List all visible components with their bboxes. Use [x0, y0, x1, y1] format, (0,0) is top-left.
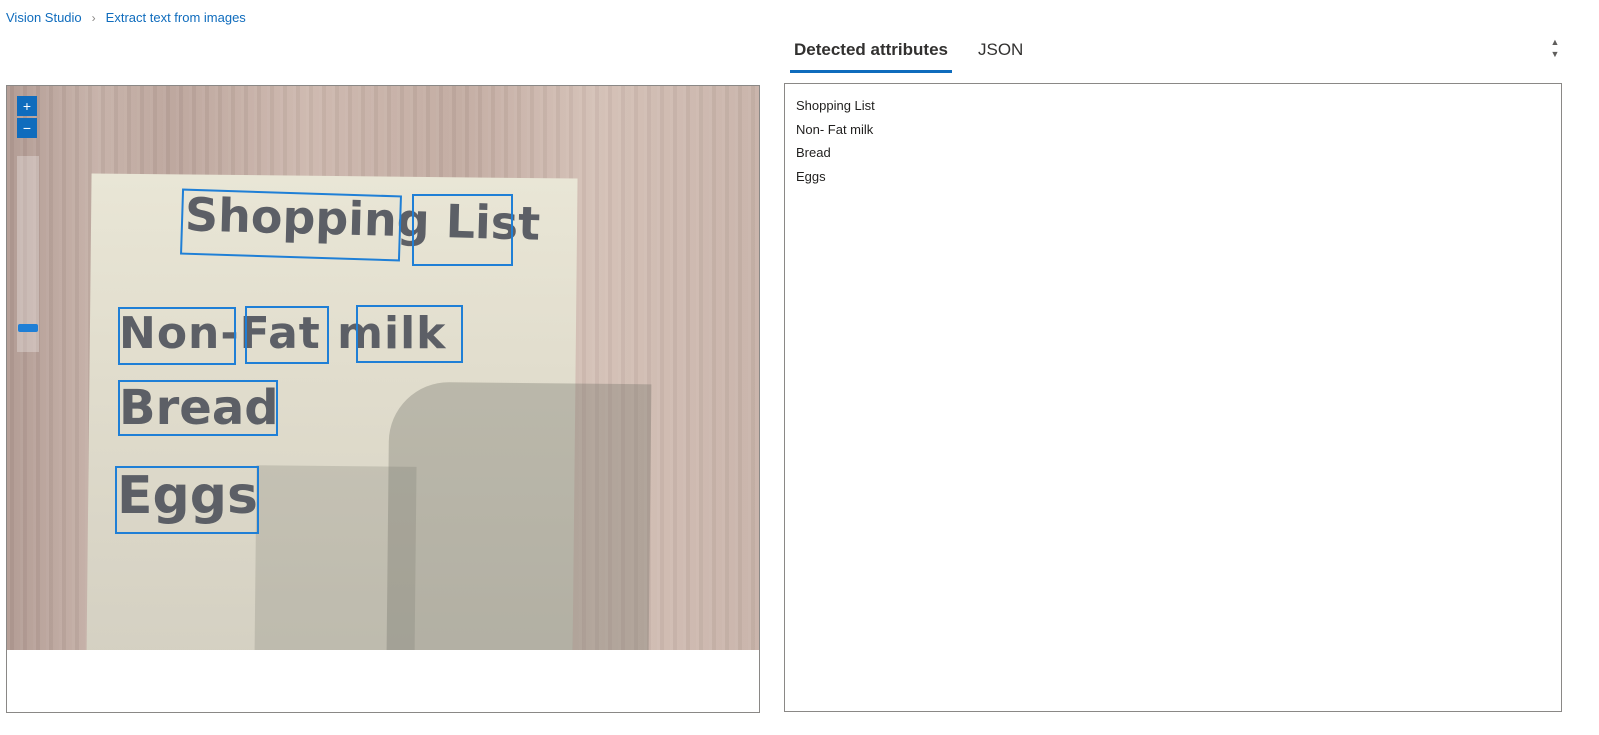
- tab-json[interactable]: JSON: [974, 36, 1027, 73]
- word-bbox-list[interactable]: [412, 194, 513, 266]
- result-line: Shopping List: [796, 98, 875, 113]
- detected-attributes-panel: Shopping List Non- Fat milk Bread Eggs: [784, 83, 1562, 712]
- word-bbox-shopping[interactable]: [180, 188, 402, 262]
- zoom-slider[interactable]: [17, 156, 39, 352]
- word-bbox-milk[interactable]: [356, 305, 463, 363]
- scroll-up-icon[interactable]: ▲: [1548, 36, 1562, 48]
- result-line: Non- Fat milk: [796, 121, 874, 137]
- zoom-out-button[interactable]: −: [17, 118, 37, 138]
- word-bbox-bread[interactable]: [118, 380, 278, 436]
- chevron-right-icon: ›: [91, 10, 96, 25]
- word-bbox-eggs[interactable]: [115, 466, 259, 534]
- uploaded-image: Shopping List Non-Fat milk Bread Eggs + …: [7, 86, 759, 650]
- scroll-down-icon[interactable]: ▼: [1548, 48, 1562, 60]
- breadcrumb-vision-studio[interactable]: Vision Studio: [6, 10, 82, 25]
- word-bbox-non[interactable]: [118, 307, 236, 365]
- result-line: Bread: [796, 145, 831, 160]
- tabs-scroll-control[interactable]: ▲ ▼: [1548, 36, 1562, 60]
- image-viewer[interactable]: Shopping List Non-Fat milk Bread Eggs + …: [6, 85, 760, 713]
- result-tabs: Detected attributes JSON: [790, 36, 1049, 73]
- tab-detected-attributes[interactable]: Detected attributes: [790, 36, 952, 73]
- result-line: Eggs: [796, 168, 826, 184]
- breadcrumb: Vision Studio › Extract text from images: [6, 10, 246, 25]
- breadcrumb-extract-text[interactable]: Extract text from images: [106, 10, 246, 25]
- note-shadow: [385, 381, 652, 650]
- note-shadow-secondary: [253, 465, 417, 650]
- zoom-in-button[interactable]: +: [17, 96, 37, 116]
- word-bbox-fat[interactable]: [245, 306, 329, 364]
- zoom-controls: + −: [17, 96, 39, 352]
- zoom-slider-thumb[interactable]: [18, 324, 38, 332]
